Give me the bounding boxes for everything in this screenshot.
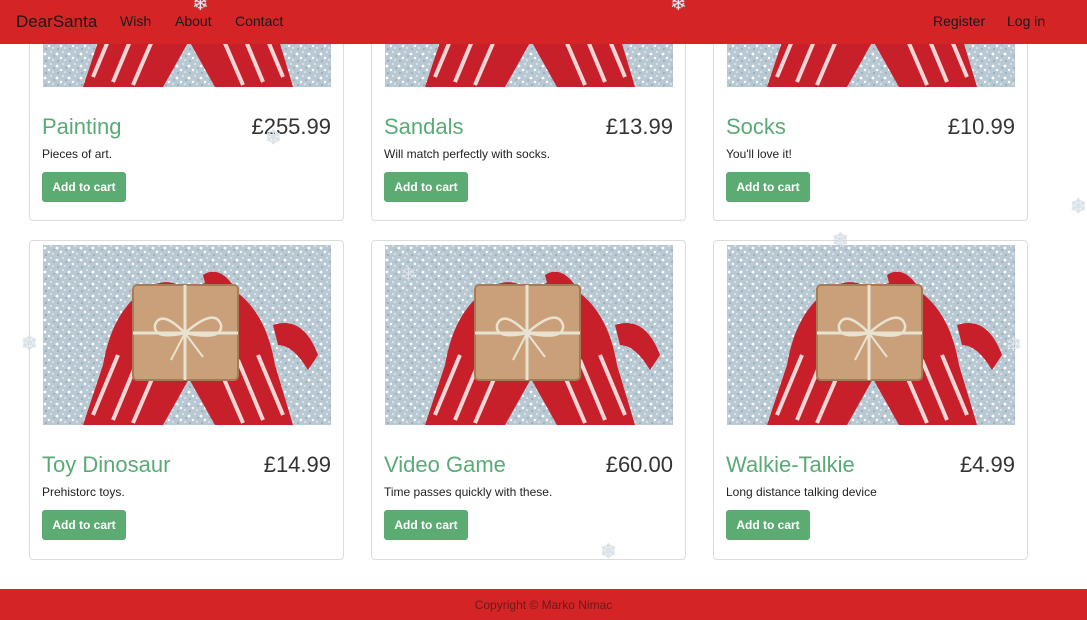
product-image: [727, 245, 1015, 425]
product-description: Long distance talking device: [726, 485, 877, 499]
product-price: £4.99: [959, 452, 1015, 477]
page: DearSanta Wish About Contact Register Lo…: [0, 0, 1087, 620]
product-description: Will match perfectly with socks.: [384, 147, 551, 161]
nav-link-register[interactable]: Register: [933, 13, 985, 29]
snowflake-icon: ❄: [21, 333, 38, 355]
snowflake-icon: ❄: [600, 541, 617, 563]
product-name: Video Game: [384, 452, 506, 477]
product-image: [385, 245, 673, 425]
product-card-video-game: Video Game £60.00 Time passes quickly wi…: [371, 240, 686, 560]
product-description: You'll love it!: [726, 147, 792, 161]
product-price: £60.00: [605, 452, 673, 477]
snowflake-icon: ❄: [192, 0, 209, 15]
add-to-cart-button[interactable]: Add to cart: [384, 172, 468, 202]
nav-link-login[interactable]: Log in: [1007, 13, 1045, 29]
add-to-cart-button[interactable]: Add to cart: [384, 510, 468, 540]
nav-link-about[interactable]: About: [175, 13, 212, 29]
product-card-toy-dinosaur: Toy Dinosaur £14.99 Prehistorc toys. Add…: [29, 240, 344, 560]
nav-link-wish[interactable]: Wish: [120, 13, 151, 29]
product-description: Prehistorc toys.: [42, 485, 125, 499]
snowflake-icon: ❄: [832, 230, 849, 252]
add-to-cart-button[interactable]: Add to cart: [42, 510, 126, 540]
snowflake-icon: ❄: [670, 0, 687, 15]
product-description: Pieces of art.: [42, 147, 113, 161]
brand-link[interactable]: DearSanta: [16, 12, 97, 32]
add-to-cart-button[interactable]: Add to cart: [726, 510, 810, 540]
footer: Copyright © Marko Nimac: [0, 589, 1087, 620]
product-name: Painting: [42, 114, 122, 139]
product-name: Toy Dinosaur: [42, 452, 171, 477]
product-image: [43, 245, 331, 425]
snowflake-icon: ❄: [265, 127, 282, 149]
product-name: Socks: [726, 114, 786, 139]
product-price: £255.99: [251, 114, 331, 139]
product-price: £14.99: [263, 452, 331, 477]
add-to-cart-button[interactable]: Add to cart: [42, 172, 126, 202]
copyright-text: Copyright © Marko Nimac: [474, 598, 613, 612]
snowflake-icon: ❄: [1070, 196, 1087, 218]
add-to-cart-button[interactable]: Add to cart: [726, 172, 810, 202]
snowflake-icon: ❄: [1005, 334, 1022, 356]
snowflake-icon: ❄: [400, 264, 417, 286]
product-name: Sandals: [384, 114, 464, 139]
product-description: Time passes quickly with these.: [384, 485, 553, 499]
product-name: Walkie-Talkie: [726, 452, 855, 477]
product-price: £10.99: [947, 114, 1015, 139]
product-price: £13.99: [605, 114, 673, 139]
navbar: DearSanta Wish About Contact Register Lo…: [0, 0, 1087, 44]
nav-link-contact[interactable]: Contact: [235, 13, 283, 29]
product-card-walkie-talkie: Walkie-Talkie £4.99 Long distance talkin…: [713, 240, 1028, 560]
